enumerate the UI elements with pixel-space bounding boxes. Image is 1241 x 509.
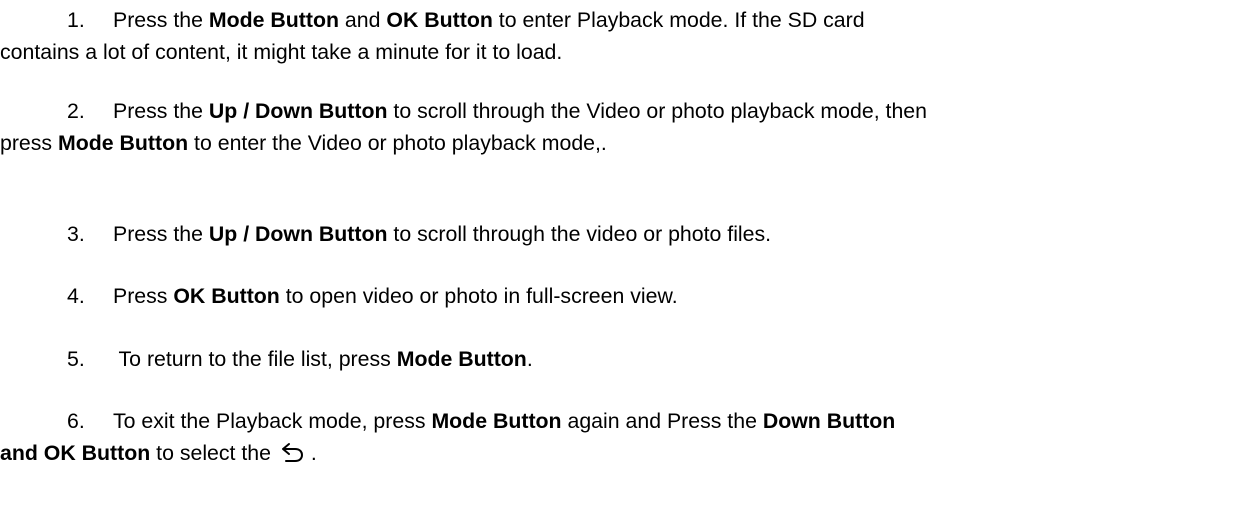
step-line: 3. Press the Up / Down Button to scroll t… <box>0 218 1236 250</box>
step-text: contains a lot of content, it might take… <box>0 40 563 64</box>
step-number: 6. <box>67 409 85 433</box>
step-text: Press <box>113 284 174 308</box>
step-6: 6. To exit the Playback mode, press Mode … <box>0 405 1236 469</box>
button-name: and OK Button <box>0 441 151 465</box>
step-line: 5. To return to the file list, press Mod… <box>0 343 1236 375</box>
step-text: and <box>339 8 387 32</box>
step-text: to enter the Video or photo playback mod… <box>188 131 607 155</box>
step-5: 5. To return to the file list, press Mod… <box>0 343 1236 375</box>
step-line: 4. Press OK Button to open video or photo… <box>0 280 1236 312</box>
step-number: 2. <box>67 99 85 123</box>
step-text: to scroll through the Video or photo pla… <box>387 99 927 123</box>
step-number: 1. <box>67 8 85 32</box>
step-line: contains a lot of content, it might take… <box>0 36 1236 68</box>
step-number: 3. <box>67 222 85 246</box>
step-text: to select the <box>150 441 277 465</box>
step-line: 6. To exit the Playback mode, press Mode … <box>0 405 1236 437</box>
step-line: 1. Press the Mode Button and OK Button to… <box>0 4 1236 36</box>
step-3: 3. Press the Up / Down Button to scroll t… <box>0 218 1236 250</box>
step-1: 1. Press the Mode Button and OK Button to… <box>0 4 1236 68</box>
step-number: 4. <box>67 284 85 308</box>
button-name: OK Button <box>386 8 493 32</box>
step-text: . <box>526 347 533 371</box>
step-line: 2. Press the Up / Down Button to scroll t… <box>0 95 1236 127</box>
step-line: press Mode Button to enter the Video or … <box>0 127 1236 159</box>
button-name: Down Button <box>762 409 896 433</box>
step-text: To exit the Playback mode, press <box>113 409 432 433</box>
step-2: 2. Press the Up / Down Button to scroll t… <box>0 95 1236 159</box>
button-name: Mode Button <box>431 409 562 433</box>
step-text: Press the <box>113 8 209 32</box>
step-text: To return to the file list, press <box>113 347 397 371</box>
step-text: to scroll through the video or photo fil… <box>387 222 772 246</box>
button-name: Mode Button <box>208 8 340 32</box>
button-name: OK Button <box>173 284 280 308</box>
button-name: Up / Down Button <box>208 99 388 123</box>
return-arrow-icon <box>279 441 305 463</box>
step-text: to open video or photo in full-screen vi… <box>279 284 678 308</box>
button-name: Mode Button <box>396 347 527 371</box>
step-text: to enter Playback mode. If the SD card <box>492 8 865 32</box>
step-4: 4. Press OK Button to open video or photo… <box>0 280 1236 312</box>
step-text: again and Press the <box>561 409 763 433</box>
button-name: Mode Button <box>58 131 189 155</box>
step-text: press <box>0 131 58 155</box>
step-text: Press the <box>113 99 209 123</box>
step-line: and OK Button to select the . <box>0 437 1236 469</box>
playback-instructions: 1. Press the Mode Button and OK Button to… <box>0 0 1241 509</box>
step-text: . <box>304 441 317 465</box>
step-text: Press the <box>113 222 209 246</box>
button-name: Up / Down Button <box>208 222 388 246</box>
step-number: 5. <box>67 347 85 371</box>
